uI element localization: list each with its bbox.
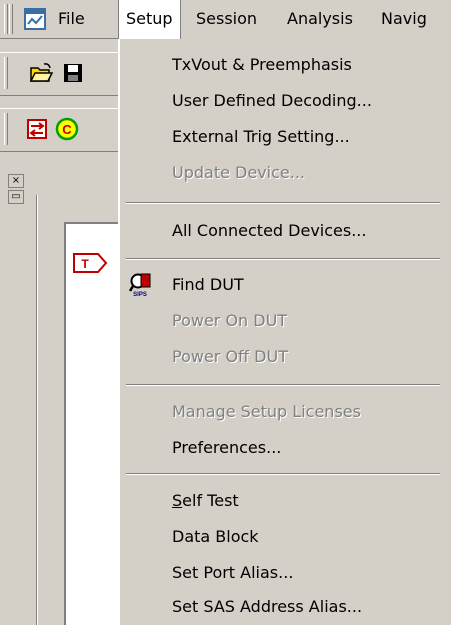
svg-text:T: T <box>81 257 89 271</box>
menu-bar: File Setup Session Analysis Navig <box>0 0 451 39</box>
mnemonic-s: S <box>172 491 183 510</box>
menu-session[interactable]: Session <box>196 0 257 38</box>
menu-item-self-test[interactable]: Self Test <box>172 486 239 516</box>
menu-item-external-trig-setting[interactable]: External Trig Setting... <box>172 122 350 152</box>
menu-item-power-off-dut: Power Off DUT <box>172 347 288 366</box>
menu-separator <box>126 258 440 260</box>
toolbar-grip[interactable] <box>4 113 8 145</box>
svg-text:SIPS: SIPS <box>133 292 147 297</box>
divider-highlight <box>37 195 38 625</box>
find-dut-icon: SIPS <box>129 273 151 297</box>
self-test-label: elf Test <box>182 491 239 510</box>
menu-separator <box>126 473 440 475</box>
menu-item-all-connected-devices[interactable]: All Connected Devices... <box>172 216 366 246</box>
menubar-grip[interactable] <box>4 4 8 34</box>
menu-item-find-dut[interactable]: Find DUT <box>172 270 244 300</box>
menu-item-manage-setup-licenses: Manage Setup Licenses <box>172 402 361 421</box>
menu-separator <box>126 202 440 204</box>
trigger-tag-icon[interactable]: T <box>72 252 108 274</box>
menu-item-preferences[interactable]: Preferences... <box>172 433 281 463</box>
save-disk-icon[interactable] <box>60 60 86 86</box>
toolbar-grip[interactable] <box>4 57 8 89</box>
menu-item-user-defined-decoding[interactable]: User Defined Decoding... <box>172 86 372 116</box>
open-folder-icon[interactable] <box>28 60 54 86</box>
menu-item-txvout-preemphasis[interactable]: TxVout & Preemphasis <box>172 50 352 80</box>
capture-c-icon[interactable]: C <box>54 116 80 142</box>
document-area: T <box>64 222 120 625</box>
swap-arrows-icon[interactable] <box>24 116 50 142</box>
menu-item-update-device: Update Device... <box>172 163 306 182</box>
menubar-grip-2[interactable] <box>9 4 13 34</box>
svg-text:C: C <box>62 122 72 137</box>
toolbar-capture: C <box>0 108 118 152</box>
menu-item-set-port-alias[interactable]: Set Port Alias... <box>172 558 293 588</box>
restore-icon[interactable]: ▭ <box>8 190 24 204</box>
menu-separator <box>126 384 440 386</box>
menu-item-set-sas-address-alias[interactable]: Set SAS Address Alias... <box>172 592 362 622</box>
toolbar-file <box>0 52 118 96</box>
close-icon[interactable]: × <box>8 174 24 188</box>
menu-item-power-on-dut: Power On DUT <box>172 311 288 330</box>
menu-navigate[interactable]: Navig <box>381 0 427 38</box>
menu-file[interactable]: File <box>58 0 85 38</box>
menu-item-data-block[interactable]: Data Block <box>172 522 259 552</box>
menu-setup[interactable]: Setup <box>118 0 181 39</box>
menu-analysis[interactable]: Analysis <box>287 0 353 38</box>
app-window-icon[interactable] <box>24 8 46 30</box>
setup-menu: TxVout & Preemphasis User Defined Decodi… <box>118 38 451 625</box>
